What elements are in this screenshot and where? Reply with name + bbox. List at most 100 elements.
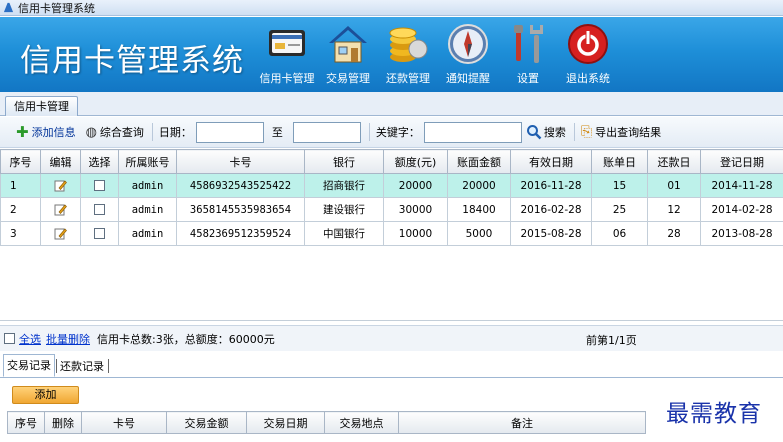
date-to-input[interactable] xyxy=(292,121,361,143)
column-header[interactable]: 备注 xyxy=(398,411,646,434)
search-label: 搜索 xyxy=(543,126,566,139)
select-cell[interactable] xyxy=(80,173,119,198)
coins-icon xyxy=(389,27,428,62)
nav-settings[interactable]: 设置 xyxy=(498,21,558,89)
select-cell[interactable] xyxy=(80,221,119,246)
register-date-cell: 2014-02-28 xyxy=(700,197,783,222)
register-date-cell: 2014-11-28 xyxy=(700,173,783,198)
add-info-label: 添加信息 xyxy=(31,126,76,139)
batch-delete-link[interactable]: 批量删除 xyxy=(46,331,90,347)
column-header[interactable]: 交易地点 xyxy=(324,411,399,434)
column-header[interactable]: 选择 xyxy=(80,149,119,174)
column-header[interactable]: 账单日 xyxy=(591,149,648,174)
edit-cell[interactable] xyxy=(40,197,81,222)
column-header[interactable]: 序号 xyxy=(0,149,41,174)
repay-day-cell: 28 xyxy=(647,221,701,246)
select-all-link[interactable]: 全选 xyxy=(19,331,41,347)
edit-cell[interactable] xyxy=(40,173,81,198)
keyword-input[interactable] xyxy=(423,121,522,143)
table-row[interactable]: 2 admin 3658145535983654 建设银行 30000 1840… xyxy=(0,197,783,222)
nav-transaction-management[interactable]: 交易管理 xyxy=(318,21,378,89)
edit-icon[interactable] xyxy=(54,179,67,192)
column-header[interactable]: 还款日 xyxy=(647,149,701,174)
tab-separator xyxy=(108,359,109,373)
edit-icon[interactable] xyxy=(54,203,67,216)
table-row[interactable]: 1 admin 4586932543525422 招商银行 20000 2000… xyxy=(0,173,783,198)
nav-label: 还款管理 xyxy=(386,72,430,85)
nav-label: 退出系统 xyxy=(566,72,610,85)
nav-exit-system[interactable]: 退出系统 xyxy=(558,21,618,89)
credit-card-table: 序号 编辑 选择 所属账号 卡号 银行 额度(元) 账面金额 有效日期 账单日 … xyxy=(0,149,783,246)
combined-query-label: 综合查询 xyxy=(99,126,144,139)
nav-label: 设置 xyxy=(517,72,539,85)
select-cell[interactable] xyxy=(80,197,119,222)
power-icon xyxy=(568,24,608,64)
limit-cell: 10000 xyxy=(383,221,448,246)
column-header[interactable]: 额度(元) xyxy=(383,149,448,174)
edit-icon[interactable] xyxy=(54,227,67,240)
tab-transaction-records[interactable]: 交易记录 xyxy=(3,354,55,377)
to-label: 至 xyxy=(271,126,283,139)
nav-label: 通知提醒 xyxy=(446,72,490,85)
app-icon xyxy=(3,2,14,13)
export-button[interactable]: ⎘ 导出查询结果 xyxy=(581,124,661,140)
column-header[interactable]: 交易日期 xyxy=(246,411,325,434)
table-row[interactable]: 3 admin 4582369512359524 中国银行 10000 5000… xyxy=(0,221,783,246)
account-cell: admin xyxy=(118,197,177,222)
sub-tab-strip: 交易记录 还款记录 xyxy=(0,354,783,378)
bank-cell: 中国银行 xyxy=(304,221,384,246)
column-header[interactable]: 卡号 xyxy=(176,149,305,174)
select-all-checkbox[interactable] xyxy=(4,333,15,344)
column-header[interactable]: 有效日期 xyxy=(510,149,592,174)
nav-label: 交易管理 xyxy=(326,72,370,85)
nav-label: 信用卡管理 xyxy=(259,72,315,85)
combined-query-button[interactable]: ◍ 综合查询 xyxy=(86,124,144,140)
row-checkbox[interactable] xyxy=(94,228,105,239)
toolbar: ✚ 添加信息 ◍ 综合查询 日期： 至 关键字： 搜索 ⎘ 导出查询结果 xyxy=(0,117,783,148)
add-info-button[interactable]: ✚ 添加信息 xyxy=(16,124,76,140)
account-cell: admin xyxy=(118,173,177,198)
column-header[interactable]: 编辑 xyxy=(40,149,81,174)
add-button[interactable]: 添加 xyxy=(12,386,79,404)
row-checkbox[interactable] xyxy=(94,180,105,191)
tab-repayment-records[interactable]: 还款记录 xyxy=(57,358,107,377)
compass-icon xyxy=(448,24,488,64)
search-button[interactable]: 搜索 xyxy=(526,124,566,140)
app-title: 信用卡管理系统 xyxy=(20,43,244,79)
binoculars-icon: ◍ xyxy=(85,124,97,140)
edit-cell[interactable] xyxy=(40,221,81,246)
card-summary: 信用卡总数:3张，总额度：60000元 xyxy=(97,332,275,346)
card-number-cell: 3658145535983654 xyxy=(176,197,305,222)
app-window: 信用卡管理系统 信用卡管理系统 信用卡管理 交易管理 还款管理 通知提醒 设置 … xyxy=(0,0,783,442)
tab-credit-card-management[interactable]: 信用卡管理 xyxy=(5,96,78,116)
row-number: 1 xyxy=(0,173,41,198)
row-checkbox[interactable] xyxy=(94,204,105,215)
column-header[interactable]: 登记日期 xyxy=(700,149,783,174)
column-header[interactable]: 所属账号 xyxy=(118,149,177,174)
credit-card-icon xyxy=(269,30,305,56)
balance-cell: 5000 xyxy=(447,221,511,246)
column-header[interactable]: 序号 xyxy=(7,411,45,434)
pager-text: 前第1/1页 xyxy=(586,334,637,347)
date-label: 日期： xyxy=(158,126,192,139)
balance-cell: 20000 xyxy=(447,173,511,198)
tools-icon xyxy=(514,25,543,63)
export-icon: ⎘ xyxy=(580,124,593,140)
nav-credit-card-management[interactable]: 信用卡管理 xyxy=(256,21,318,89)
date-from-input[interactable] xyxy=(195,121,264,143)
column-header[interactable]: 交易金额 xyxy=(166,411,247,434)
toolbar-separator xyxy=(368,123,370,141)
column-header[interactable]: 删除 xyxy=(44,411,82,434)
column-header[interactable]: 账面金额 xyxy=(447,149,511,174)
nav-notifications[interactable]: 通知提醒 xyxy=(438,21,498,89)
expiry-cell: 2015-08-28 xyxy=(510,221,592,246)
nav-repayment-management[interactable]: 还款管理 xyxy=(378,21,438,89)
column-header[interactable]: 卡号 xyxy=(81,411,167,434)
column-header[interactable]: 银行 xyxy=(304,149,384,174)
table-header-row: 序号 删除 卡号 交易金额 交易日期 交易地点 备注 xyxy=(7,411,646,434)
export-label: 导出查询结果 xyxy=(595,126,662,139)
repay-day-cell: 01 xyxy=(647,173,701,198)
bill-day-cell: 06 xyxy=(591,221,648,246)
bill-day-cell: 15 xyxy=(591,173,648,198)
app-header: 信用卡管理系统 信用卡管理 交易管理 还款管理 通知提醒 设置 退出系统 xyxy=(0,17,783,92)
